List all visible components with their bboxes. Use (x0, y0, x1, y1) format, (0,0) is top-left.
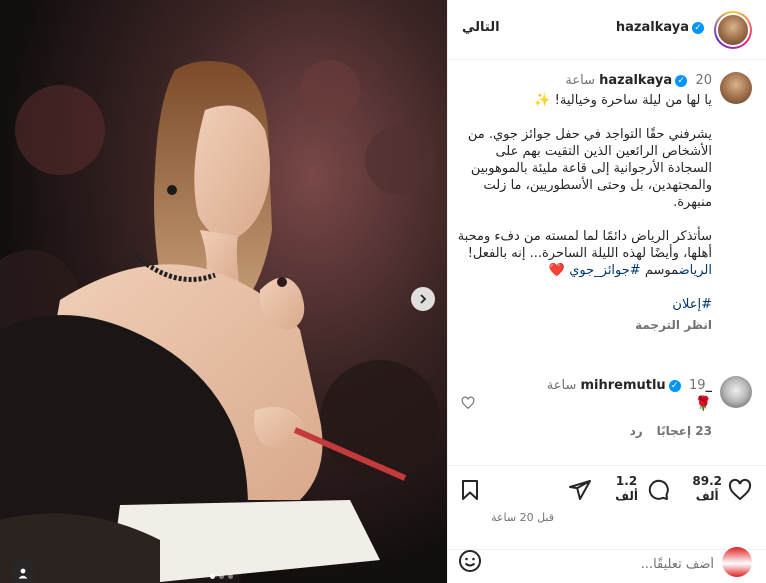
caption-para1: يشرفني حقًا التواجد في حفل جوائز جوي. من… (467, 127, 712, 210)
carousel-dot (210, 574, 215, 579)
likes-count-value[interactable]: 89.2 (692, 474, 722, 489)
verified-badge-icon: ✓ (675, 74, 688, 87)
current-user-avatar (722, 547, 752, 577)
save-bookmark-icon[interactable] (458, 478, 482, 502)
comment-like-heart-icon[interactable] (461, 396, 475, 410)
like-heart-icon[interactable] (728, 478, 752, 502)
caption-ad-line: #إعلان (457, 296, 712, 313)
post-actions-bar: 89.2 ألف 1.2 ألف قبل 20 ساعة (448, 465, 766, 550)
caption-author-avatar[interactable] (720, 72, 752, 104)
hashtag-riyadh-link[interactable]: الرياض (679, 263, 712, 278)
comments-count-unit[interactable]: ألف (615, 489, 638, 504)
likes-count[interactable]: 89.2 ألف (692, 474, 722, 504)
caption-para2-text: سأتذكر الرياض دائمًا لما لمسته من دفء وم… (457, 229, 712, 261)
comments-count[interactable]: 1.2 ألف (615, 474, 638, 504)
comment-header: _mihremutlu✓ 19 ساعة (547, 378, 712, 393)
post-photo[interactable] (0, 0, 447, 583)
user-icon (18, 568, 28, 579)
tagged-users-button[interactable] (10, 560, 36, 583)
comments-count-value[interactable]: 1.2 (615, 474, 638, 489)
caption-header: hazalkaya ✓ 20 ساعة (565, 73, 712, 88)
post-side-panel: hazalkaya ✓ التالي hazalkaya ✓ 20 ساعة يا … (447, 0, 766, 583)
author-username-text[interactable]: hazalkaya (616, 20, 689, 35)
verified-badge-icon: ✓ (668, 379, 681, 392)
hashtag-ad-link[interactable]: #إعلان (672, 297, 712, 312)
emoji-picker-icon[interactable] (458, 549, 482, 573)
post-timestamp[interactable]: قبل 20 ساعة (491, 511, 554, 524)
next-slide-button[interactable] (411, 287, 435, 311)
caption-para2-word: موسم (644, 263, 679, 278)
author-avatar[interactable] (714, 11, 752, 49)
see-translation-link[interactable]: انظر الترجمة (457, 317, 712, 334)
carousel-dots (210, 574, 233, 579)
chevron-right-icon (420, 294, 427, 304)
share-paper-plane-icon[interactable] (568, 478, 592, 502)
comment-item: _mihremutlu✓ 19 ساعة 🌹 23 إعجابًا رد (461, 375, 752, 445)
post-viewer: hazalkaya ✓ التالي hazalkaya ✓ 20 ساعة يا … (0, 0, 766, 583)
comment-text: 🌹 (694, 396, 712, 412)
follow-button[interactable]: التالي (462, 20, 500, 35)
caption-username[interactable]: hazalkaya (599, 73, 672, 88)
photo-illustration (0, 0, 447, 583)
heart-emoji: ❤️ (548, 263, 566, 278)
comment-icon[interactable] (646, 478, 670, 502)
carousel-dot (219, 574, 224, 579)
author-username[interactable]: hazalkaya ✓ (616, 20, 704, 35)
hashtag-joy-awards-link[interactable]: #جوائز_جوي (569, 263, 640, 278)
add-comment-bar (448, 547, 766, 583)
carousel-dot (228, 574, 233, 579)
verified-badge-icon: ✓ (692, 21, 704, 34)
comment-reply-button[interactable]: رد (630, 424, 643, 438)
caption-para2: سأتذكر الرياض دائمًا لما لمسته من دفء وم… (457, 228, 712, 279)
caption-body: يا لها من ليلة ساحرة وخيالية! ✨ يشرفني ح… (457, 92, 712, 334)
likes-count-unit[interactable]: ألف (692, 489, 722, 504)
caption-line1: يا لها من ليلة ساحرة وخيالية! ✨ (534, 93, 712, 108)
commenter-avatar[interactable] (720, 376, 752, 408)
comment-meta: 23 إعجابًا رد (616, 424, 712, 438)
comment-likes[interactable]: 23 إعجابًا (657, 424, 712, 438)
add-comment-input[interactable] (504, 552, 714, 576)
post-header: hazalkaya ✓ التالي (448, 0, 766, 60)
